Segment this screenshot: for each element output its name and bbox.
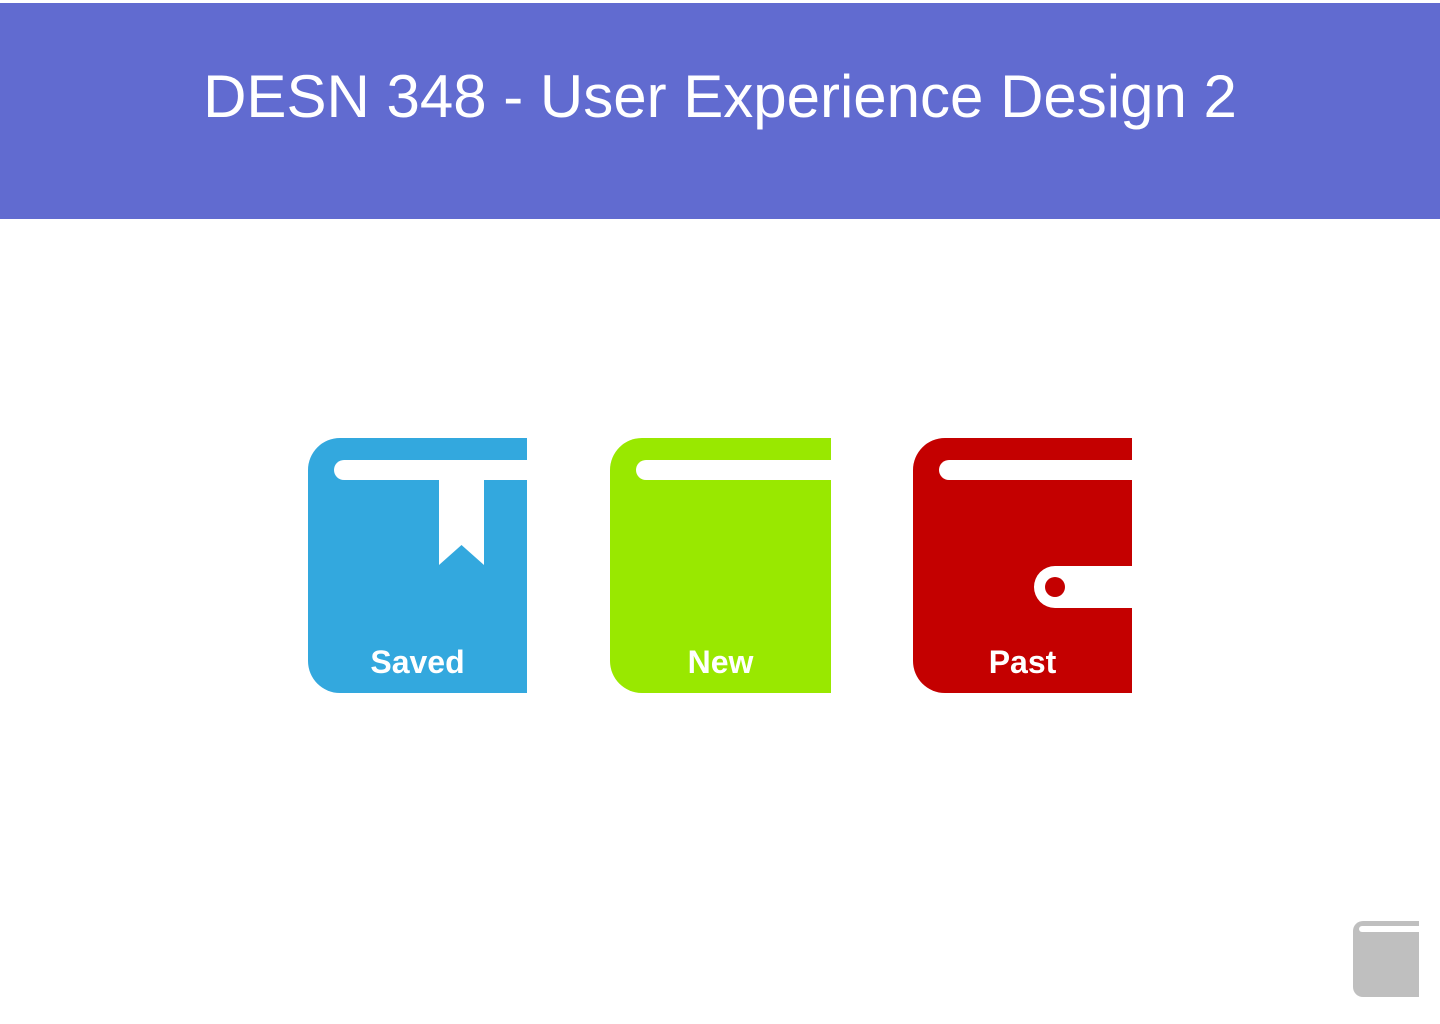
corner-book-icon[interactable] — [1353, 921, 1419, 997]
saved-tile-label: Saved — [370, 644, 465, 680]
saved-tile-button[interactable]: Saved — [308, 438, 527, 693]
page-title: DESN 348 - User Experience Design 2 — [203, 62, 1237, 130]
past-tile-button[interactable]: Past — [913, 438, 1132, 693]
past-tile-label: Past — [988, 644, 1057, 680]
new-tile-button[interactable]: New — [610, 438, 831, 693]
header-banner: DESN 348 - User Experience Design 2 — [0, 3, 1440, 219]
new-tile-label: New — [687, 644, 754, 680]
